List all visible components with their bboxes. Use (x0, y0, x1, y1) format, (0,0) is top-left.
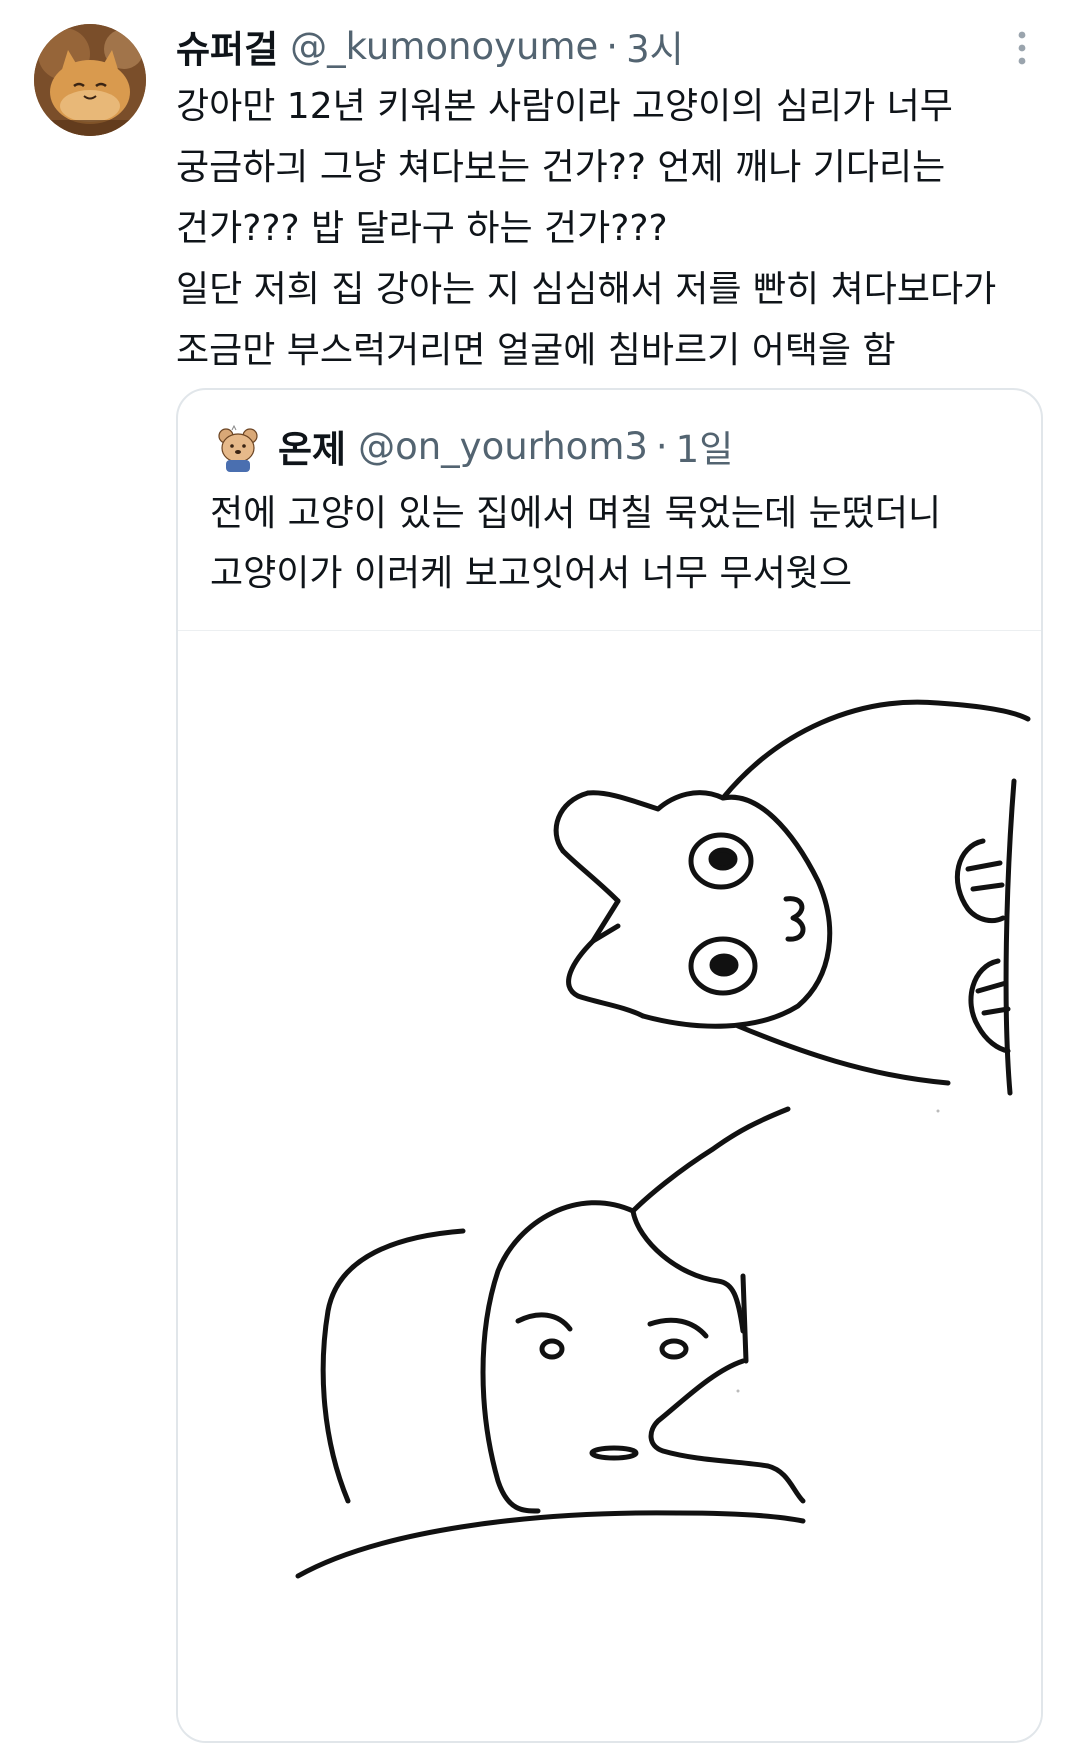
quoted-author-avatar[interactable] (212, 422, 264, 474)
quoted-text-line: 고양이가 이러케 보고잇어서 너무 무서웟으 (210, 553, 852, 594)
cat-plush-photo-avatar-icon (34, 24, 146, 136)
quoted-tweet-card[interactable]: 온제 @on_yourhom3 · 1일 전에 고양이 있는 집에서 며칠 묵었… (176, 388, 1043, 1743)
quoted-tweet-image[interactable] (178, 630, 1041, 1741)
author-display-name[interactable]: 슈퍼걸 (176, 19, 278, 73)
tweet-timestamp[interactable]: 3시 (626, 19, 684, 73)
quoted-text-line: 전에 고양이 있는 집에서 며칠 묵었는데 눈떴더니 (210, 493, 942, 534)
tweet-header: 슈퍼걸 @_kumonoyume · 3시 (176, 16, 684, 76)
meta-separator: · (606, 24, 619, 68)
tweet-text-line: 강아만 12년 키워본 사람이라 고양이의 심리가 너무 (176, 86, 953, 127)
tweet-text-line: 건가??? 밥 달라구 하는 건가??? (176, 208, 668, 249)
bear-cartoon-avatar-icon (212, 422, 264, 474)
author-handle[interactable]: @_kumonoyume (290, 25, 598, 68)
quoted-author-display-name[interactable]: 온제 (278, 419, 346, 473)
tweet-text-line: 일단 저희 집 강아는 지 심심해서 저를 빤히 쳐다보다가 (176, 269, 997, 310)
quoted-meta-separator: · (655, 424, 668, 468)
tweet-text: 강아만 12년 키워본 사람이라 고양이의 심리가 너무 궁금하긔 그냥 쳐다보… (176, 76, 1036, 381)
quoted-tweet-header: 온제 @on_yourhom3 · 1일 (278, 416, 733, 476)
quoted-tweet-text: 전에 고양이 있는 집에서 며칠 묵었는데 눈떴더니 고양이가 이러케 보고잇어… (210, 484, 1030, 604)
quoted-tweet-timestamp[interactable]: 1일 (676, 419, 734, 473)
more-vertical-icon (1018, 31, 1026, 65)
cat-staring-at-sleeping-person-drawing-icon (295, 699, 1031, 1579)
more-options-button[interactable] (1000, 26, 1044, 70)
quoted-author-handle[interactable]: @on_yourhom3 (358, 425, 648, 468)
tweet-text-line: 궁금하긔 그냥 쳐다보는 건가?? 언제 깨나 기다리는 (176, 147, 946, 188)
tweet-text-line: 조금만 부스럭거리면 얼굴에 침바르기 어택을 함 (176, 330, 896, 371)
author-avatar[interactable] (34, 24, 146, 136)
